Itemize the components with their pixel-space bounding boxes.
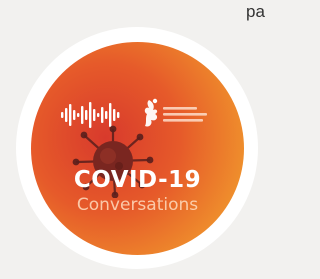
podcast-subtitle: Conversations	[76, 195, 199, 215]
cropped-header-text: pa	[246, 2, 265, 21]
podcast-cover-badge[interactable]: COVID-19 Conversations	[31, 42, 244, 255]
podcast-title: COVID-19	[73, 167, 202, 193]
